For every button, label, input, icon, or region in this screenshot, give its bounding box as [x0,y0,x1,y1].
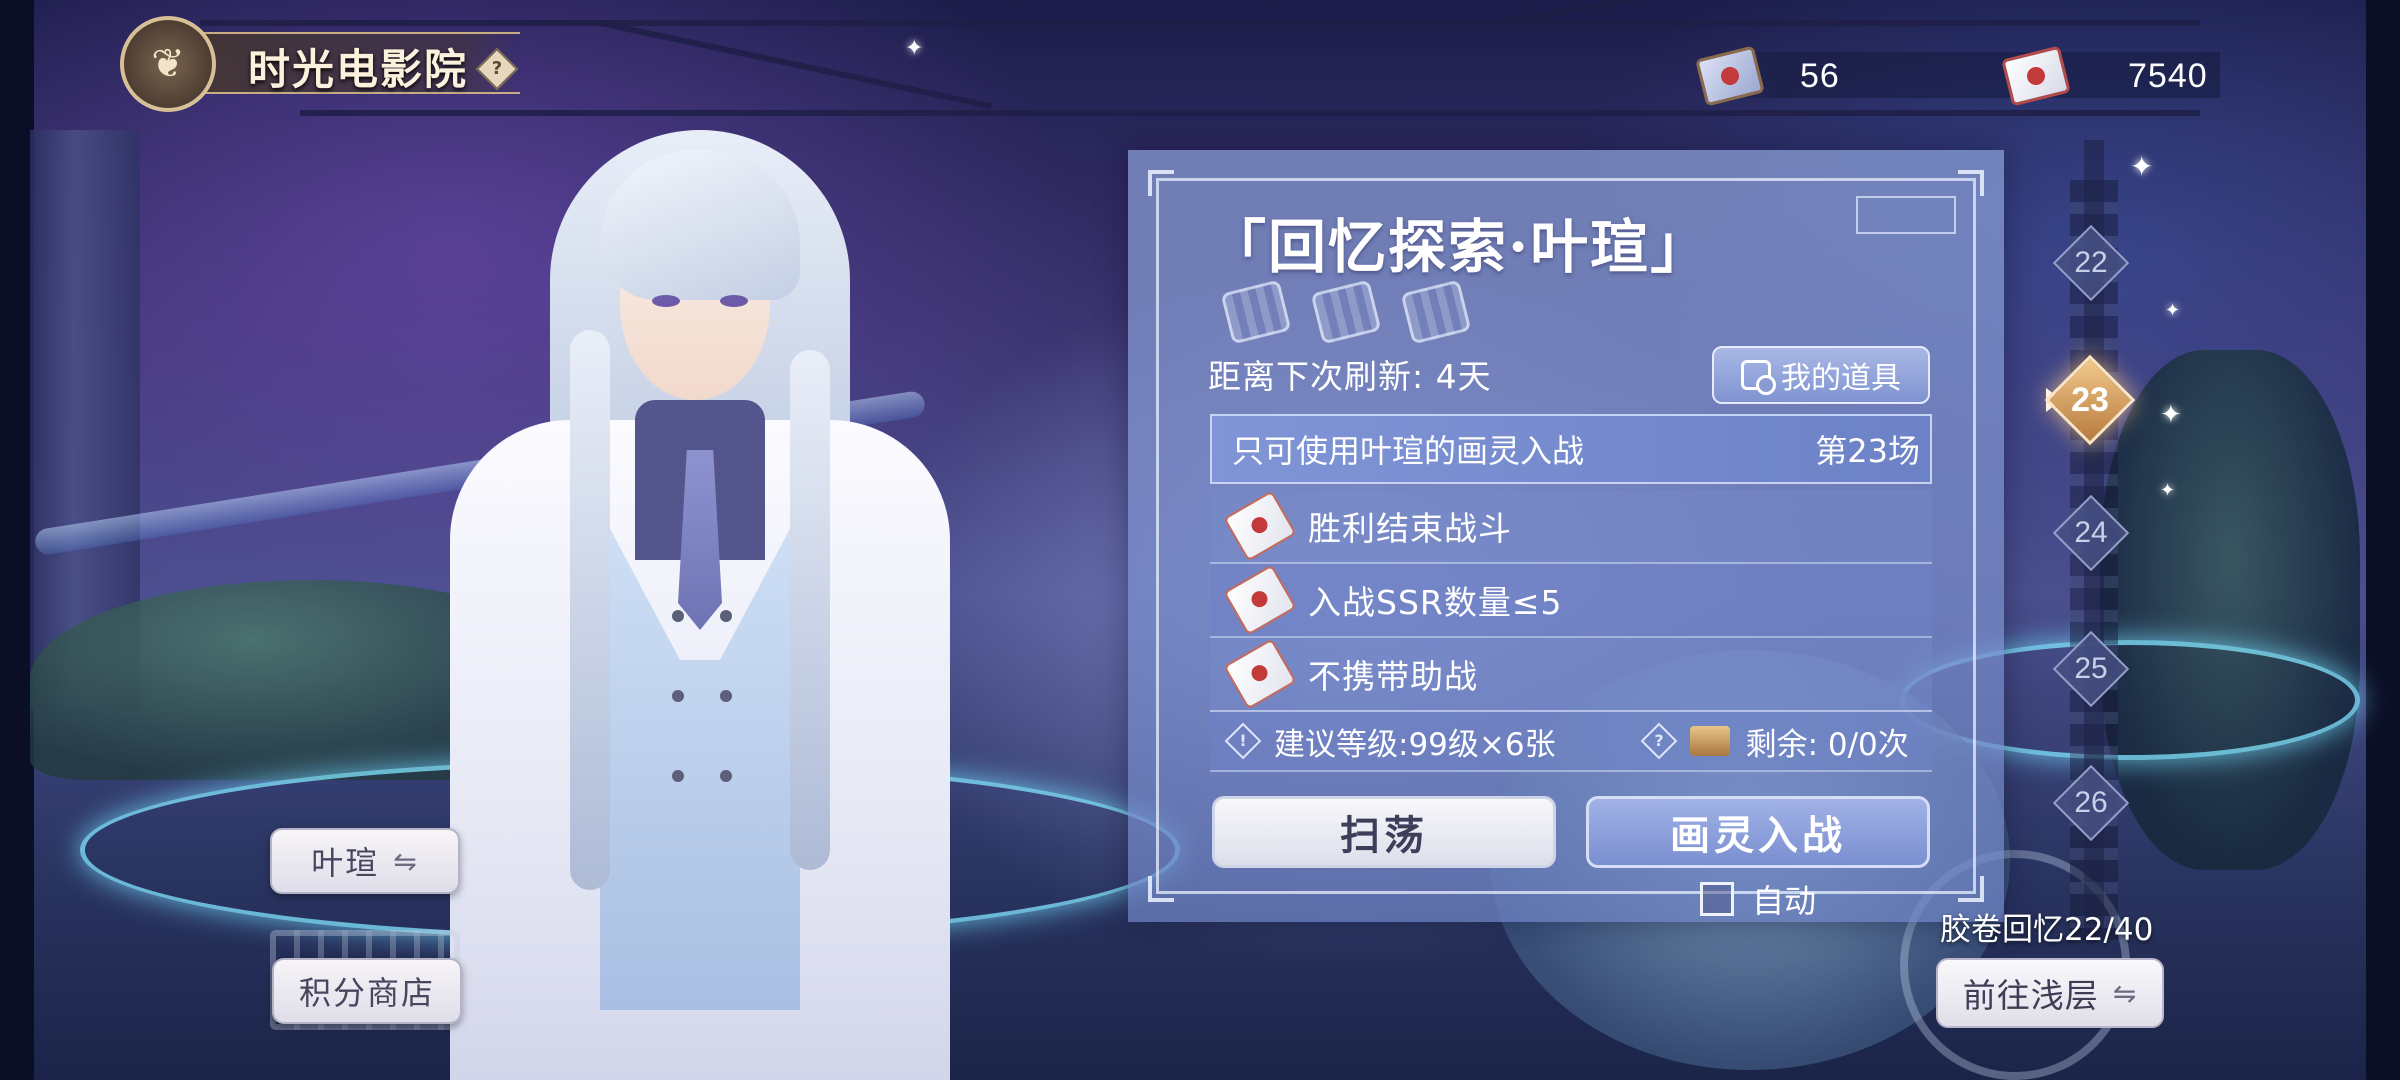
vest-button [672,690,684,702]
film-reel-icon [1310,279,1382,345]
swap-icon: ⇋ [393,844,419,878]
film-reel-rating [1220,279,1472,345]
condition-row: 不携带助战 [1210,638,1932,712]
level-number: 24 [2074,516,2108,549]
ticket-icon [2001,45,2071,107]
title-badge: ❦ 时光电影院 ? [120,10,540,112]
item-search-icon [1741,360,1776,395]
vest-button [720,610,732,622]
panel-corner [1148,170,1174,196]
remaining-count: 剩余: 0/0次 [1745,726,1909,763]
question-icon: ? [491,58,503,79]
panel-corner [1958,170,1984,196]
sparkle-icon: ✦ [2160,400,2182,430]
condition-text: 不携带助战 [1308,657,1478,696]
character-switch-button[interactable]: 叶瑄 ⇋ [270,828,460,894]
chest-icon [1689,726,1730,756]
level-number: 22 [2074,246,2108,279]
character-portrait [420,130,980,1080]
level-number: 25 [2074,652,2108,685]
film-ticket-icon [1695,45,1765,107]
hair-strand [570,330,610,890]
goto-shallow-button[interactable]: 前往浅层 ⇋ [1936,958,2164,1028]
stamp-decoration [1856,196,1956,234]
right-edge [2366,0,2400,1080]
my-items-label: 我的道具 [1781,361,1901,396]
left-edge [0,0,34,1080]
page-title: 时光电影院 [248,45,469,94]
panel-corner [1958,876,1984,902]
restriction-header: 只可使用叶瑄的画灵入战 第23场 [1210,414,1932,484]
sweep-button[interactable]: 扫荡 [1212,796,1556,868]
condition-row: 胜利结束战斗 [1210,490,1932,564]
stage-number: 第23场 [1815,432,1920,470]
sweep-label: 扫荡 [1340,812,1428,859]
plants-right [2100,350,2360,870]
enter-battle-button[interactable]: 画灵入战 [1586,796,1930,868]
truss-beam [300,110,2200,116]
film-progress: 胶卷回忆22/40 [1940,912,2154,948]
warning-icon: ! [1224,722,1262,760]
character-eye [652,295,680,307]
auto-label: 自动 [1752,882,1817,920]
level-number: 26 [2074,786,2108,819]
condition-text: 入战SSR数量≤5 [1308,583,1563,622]
currency-value: 56 [1800,56,1840,95]
my-items-button[interactable]: 我的道具 [1712,346,1930,404]
recommend-level: 建议等级:99级×6张 [1274,726,1556,763]
film-reel-icon [1220,279,1292,345]
currency-value: 7540 [2128,56,2208,95]
points-shop-button[interactable]: 积分商店 [272,958,462,1024]
help-icon[interactable]: ? [1640,722,1677,760]
vest-button [720,770,732,782]
ticket-reward-icon [1223,564,1297,636]
auto-toggle[interactable]: 自动 [1700,876,1816,922]
enter-battle-label: 画灵入战 [1670,812,1846,859]
vest-button [720,690,732,702]
swap-icon: ⇋ [2112,976,2138,1010]
stage-title: 「回忆探索·叶瑄」 [1208,213,1711,281]
character-name: 叶瑄 [311,844,380,882]
truss-beam [599,20,992,110]
currency-film[interactable]: 56 [1695,44,1840,108]
ticket-reward-icon [1223,638,1297,710]
butterfly-icon: ❦ [120,16,216,112]
ticket-reward-icon [1223,490,1297,562]
goto-label: 前往浅层 [1962,976,2099,1015]
stage-info-row: ! 建议等级:99级×6张 ? 剩余: 0/0次 [1210,710,1932,772]
sparkle-icon: ✦ [2130,150,2154,183]
film-reel-icon [1400,279,1472,345]
sparkle-icon: ✦ [905,36,924,61]
vest-button [672,610,684,622]
points-shop-label: 积分商店 [298,974,435,1012]
condition-list: 胜利结束战斗 入战SSR数量≤5 不携带助战 [1210,490,1932,712]
auto-checkbox[interactable] [1700,882,1734,916]
condition-text: 胜利结束战斗 [1308,509,1512,548]
sparkle-icon: ✦ [2165,300,2181,321]
hair-strand [790,350,830,870]
restriction-text: 只可使用叶瑄的画灵入战 [1232,432,1585,470]
sparkle-icon: ✦ [2160,480,2176,501]
vest-button [672,770,684,782]
level-number: 23 [2071,381,2109,419]
refresh-countdown: 距离下次刷新: 4天 [1208,357,1492,396]
currency-ticket[interactable]: 7540 [2001,44,2208,108]
character-eye [720,295,748,307]
condition-row: 入战SSR数量≤5 [1210,564,1932,638]
panel-corner [1148,876,1174,902]
